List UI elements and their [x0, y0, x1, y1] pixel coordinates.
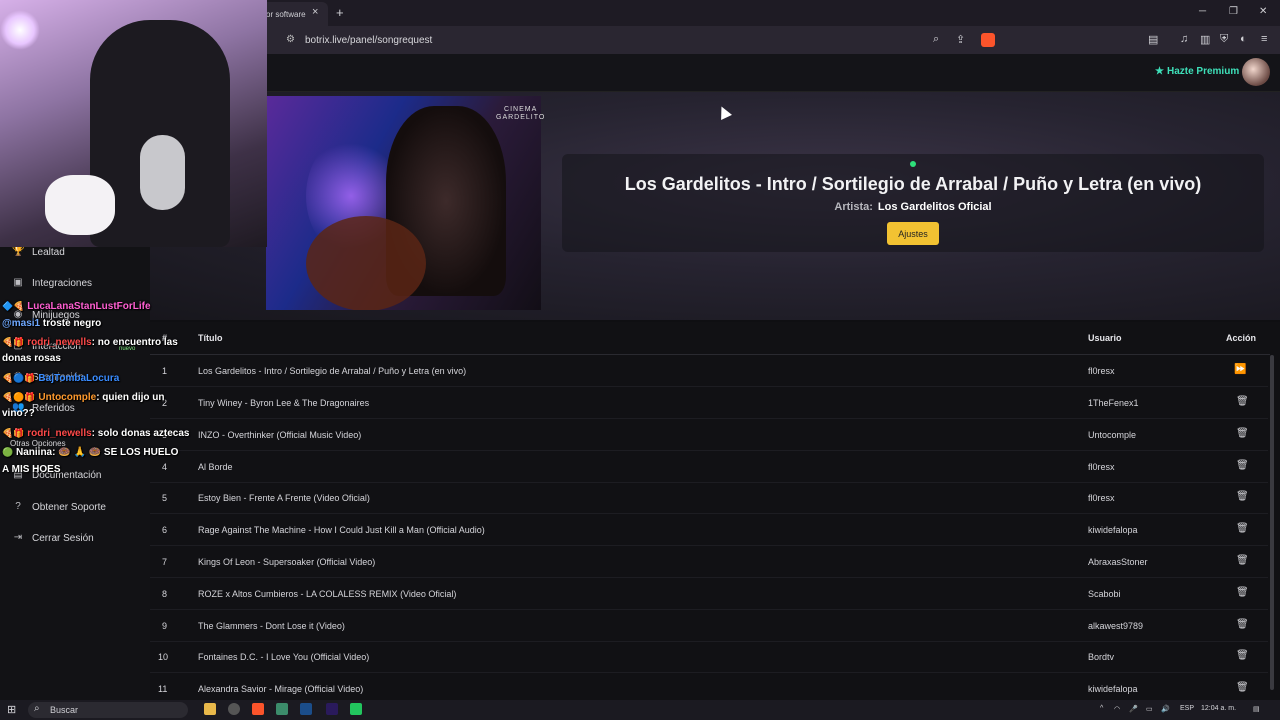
- close-window-icon[interactable]: ✕: [1259, 6, 1267, 17]
- trash-icon[interactable]: 🗑: [1236, 428, 1249, 439]
- watermark-line2: GARDELITO: [496, 114, 546, 121]
- reader-icon[interactable]: ▤: [1148, 33, 1158, 46]
- clock[interactable]: 12:04 a. m.: [1201, 705, 1236, 712]
- app-icon[interactable]: [276, 703, 288, 715]
- tab-title: or software: [266, 10, 306, 19]
- chat-message: 🍕🔵🎁 BajTombaLocura: [2, 373, 120, 384]
- col-user: Usuario: [1088, 333, 1122, 343]
- sidebar-toggle-icon[interactable]: ▥: [1200, 33, 1210, 46]
- star-icon: ★: [1155, 66, 1164, 77]
- table-row: 1 Los Gardelitos - Intro / Sortilegio de …: [150, 355, 1268, 387]
- zoom-icon[interactable]: ⌕: [933, 33, 939, 46]
- table-row: 3 INZO - Overthinker (Official Music Vide…: [150, 419, 1268, 451]
- table-row: 4 Al Borde fl0resx 🗑: [150, 451, 1268, 483]
- trophy-icon: 🏆: [12, 246, 25, 257]
- chat-message: 🔷🍕 LucaLanaStanLustForLife: [2, 301, 151, 312]
- logout-icon: ⇥: [13, 532, 23, 543]
- monitor-icon[interactable]: ▭: [1146, 705, 1153, 713]
- table-row: 5 Estoy Bien - Frente A Frente (Video Ofi…: [150, 482, 1268, 514]
- chat-message: 🍕🟠🎁 Untocomple: quien dijo un: [2, 392, 165, 403]
- menu-icon[interactable]: ≡: [1261, 33, 1267, 45]
- volume-icon[interactable]: 🔊: [1161, 705, 1170, 713]
- taskbar-search[interactable]: Buscar: [28, 702, 188, 718]
- url-field[interactable]: botrix.live/panel/songrequest: [305, 35, 432, 46]
- now-playing-artist: Artista: Los Gardelitos Oficial: [562, 201, 1264, 213]
- extension-icon[interactable]: ◐: [1240, 33, 1247, 45]
- site-info-icon[interactable]: ⚙: [286, 34, 295, 45]
- music-icon[interactable]: ♫: [1180, 33, 1188, 45]
- share-icon[interactable]: ⇪: [956, 33, 965, 46]
- table-row: 11 Alexandra Savior - Mirage (Official Vi…: [158, 682, 1249, 694]
- watermark-line1: CINEMA: [504, 106, 538, 113]
- premium-label: Hazte Premium: [1166, 66, 1240, 77]
- video-player[interactable]: [266, 96, 541, 310]
- table-row: 2 Tiny Winey - Byron Lee & The Dragonaire…: [150, 387, 1268, 419]
- trash-icon[interactable]: 🗑: [1236, 619, 1249, 630]
- notifications-icon[interactable]: ▤: [1253, 705, 1260, 713]
- brave-shield-icon[interactable]: [981, 33, 995, 47]
- trash-icon[interactable]: 🗑: [1236, 682, 1249, 693]
- chat-message: @masi1 troste negro: [2, 318, 102, 329]
- wifi-icon[interactable]: ◠: [1114, 705, 1120, 713]
- minimize-icon[interactable]: ─: [1199, 6, 1206, 17]
- sidebar-item-integraciones[interactable]: ▣ Integraciones: [0, 273, 150, 299]
- trash-icon[interactable]: 🗑: [1236, 460, 1249, 471]
- chat-message: 🍕🎁 rodri_newells: solo donas aztecas: [2, 428, 190, 439]
- kick-icon[interactable]: [350, 703, 362, 715]
- brave-icon[interactable]: [252, 703, 264, 715]
- table-row: 9 The Glammers - Dont Lose it (Video) alka…: [150, 610, 1268, 642]
- settings-button[interactable]: Ajustes: [887, 222, 939, 245]
- premiere-icon[interactable]: [326, 703, 338, 715]
- trash-icon[interactable]: 🗑: [1236, 396, 1249, 407]
- trash-icon[interactable]: 🗑: [1236, 555, 1249, 566]
- chat-message: donas rosas: [2, 353, 61, 364]
- maximize-icon[interactable]: ❐: [1229, 6, 1238, 17]
- col-action: Acción: [1226, 333, 1257, 343]
- taskbar: [0, 700, 1280, 720]
- windows-start-icon[interactable]: ⊞: [7, 703, 16, 716]
- skip-icon[interactable]: ⏩: [1234, 364, 1246, 375]
- trash-icon[interactable]: 🗑: [1236, 587, 1249, 598]
- chat-message: A MIS HOES: [2, 464, 61, 475]
- sidebar-item-soporte[interactable]: ? Obtener Soporte: [0, 497, 150, 523]
- col-title: Título: [198, 333, 223, 343]
- live-indicator: [910, 161, 916, 167]
- chat-message: 🟢 Naniina: 🍩 🙏 🍩 SE LOS HUELO: [2, 447, 179, 458]
- obs-icon[interactable]: [228, 703, 240, 715]
- tab-close-icon[interactable]: ×: [312, 6, 318, 18]
- table-row: 10 Fontaines D.C. - I Love You (Official …: [150, 641, 1268, 673]
- table-row: 8 ROZE x Altos Cumbieros - LA COLALESS RE…: [150, 578, 1268, 610]
- keyboard-language[interactable]: ESP: [1180, 705, 1194, 712]
- webcam-overlay: [0, 0, 267, 247]
- chat-message: vino??: [2, 408, 35, 419]
- puzzle-icon: ▣: [13, 277, 23, 288]
- sidebar-item-cerrar-sesion[interactable]: ⇥ Cerrar Sesión: [0, 528, 150, 554]
- new-tab-button[interactable]: +: [336, 5, 344, 20]
- mic-icon[interactable]: 🎤: [1129, 705, 1138, 713]
- steam-icon[interactable]: [300, 703, 312, 715]
- video-watermark: CINEMA GARDELITO: [496, 106, 545, 122]
- help-icon: ?: [15, 501, 21, 512]
- table-scrollbar[interactable]: [1270, 355, 1274, 690]
- artist-label: Artista:: [834, 201, 873, 213]
- search-placeholder: Buscar: [50, 705, 79, 715]
- artist-name: Los Gardelitos Oficial: [877, 201, 992, 213]
- table-row: 7 Kings Of Leon - Supersoaker (Official V…: [150, 546, 1268, 578]
- trash-icon[interactable]: 🗑: [1236, 650, 1249, 661]
- file-explorer-icon[interactable]: [204, 703, 216, 715]
- tray-chevron-icon[interactable]: ^: [1100, 705, 1103, 712]
- table-row: 6 Rage Against The Machine - How I Could …: [150, 514, 1268, 546]
- vpn-icon[interactable]: ⛨: [1220, 33, 1228, 46]
- user-avatar[interactable]: [1242, 58, 1270, 86]
- trash-icon[interactable]: 🗑: [1236, 523, 1249, 534]
- trash-icon[interactable]: 🗑: [1236, 491, 1249, 502]
- now-playing-title: Los Gardelitos - Intro / Sortilegio de A…: [624, 174, 1202, 194]
- chat-message: 🍕🎁 rodri_newells: no encuentro las: [2, 337, 178, 348]
- premium-link[interactable]: ★ Hazte Premium: [1155, 66, 1239, 77]
- search-icon: ⌕: [34, 703, 40, 714]
